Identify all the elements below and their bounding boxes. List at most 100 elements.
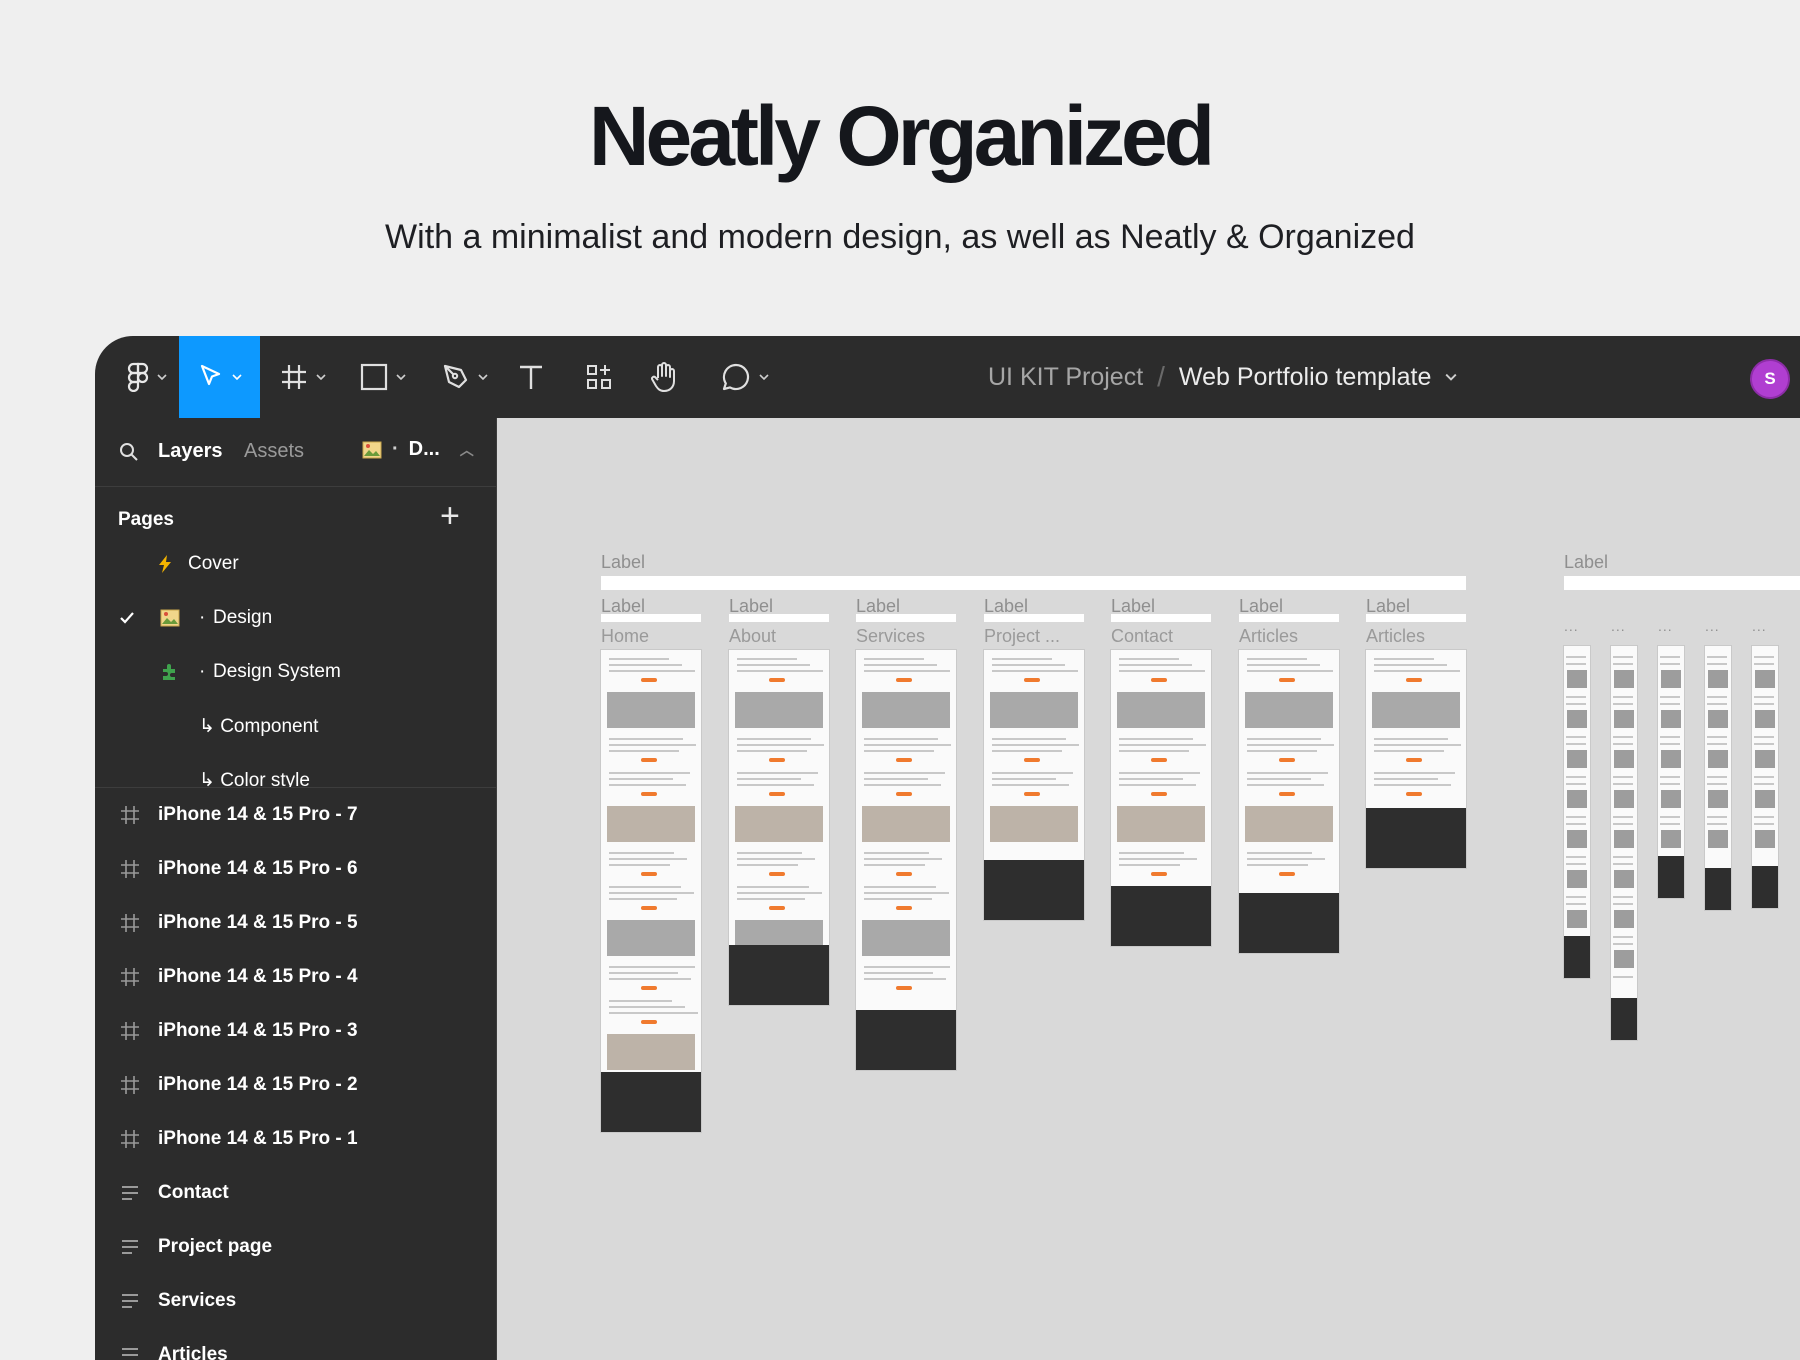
thumbnail-image <box>1660 830 1682 848</box>
mobile-frame-thumbnail[interactable] <box>1564 646 1590 978</box>
frame-name[interactable]: Project ... <box>984 626 1060 647</box>
shape-tool-button[interactable] <box>353 336 413 418</box>
thumbnail-text-line <box>1660 736 1680 738</box>
thumbnail-text-line <box>609 658 669 660</box>
layer-iphone-4[interactable]: iPhone 14 & 15 Pro - 4 <box>95 950 496 1004</box>
layer-iphone-1[interactable]: iPhone 14 & 15 Pro - 1 <box>95 1112 496 1166</box>
mobile-frame-thumbnail[interactable] <box>1752 646 1778 908</box>
comment-tool-button[interactable] <box>715 336 775 418</box>
search-icon[interactable] <box>119 442 139 462</box>
thumbnail-text-line <box>992 772 1073 774</box>
mobile-frame-label: ... <box>1705 618 1720 634</box>
layer-iphone-2[interactable]: iPhone 14 & 15 Pro - 2 <box>95 1058 496 1112</box>
layer-project-page[interactable]: Project page <box>95 1220 496 1274</box>
thumbnail-text-line <box>864 858 942 860</box>
thumbnail-button <box>896 792 912 796</box>
page-item-design[interactable]: · Design <box>95 591 496 645</box>
page-frame-thumbnail[interactable] <box>601 650 701 1132</box>
text-tool-button[interactable] <box>511 336 551 418</box>
thumbnail-image <box>1566 750 1588 768</box>
section-header-mobile[interactable] <box>1564 576 1800 590</box>
add-page-icon[interactable]: + <box>440 499 460 533</box>
file-name[interactable]: Web Portfolio template <box>1179 363 1431 392</box>
thumbnail-text-line <box>1660 816 1680 818</box>
frame-name[interactable]: About <box>729 626 776 647</box>
resources-tool-button[interactable] <box>579 336 619 418</box>
page-item-cover[interactable]: Cover <box>95 537 496 591</box>
thumbnail-text-line <box>609 864 670 866</box>
section-icon <box>122 1240 138 1254</box>
thumbnail-image <box>1754 790 1776 808</box>
page-item-component[interactable]: ↳ Component <box>95 699 496 753</box>
thumbnail-text-line <box>992 784 1069 786</box>
page-frame-thumbnail[interactable] <box>1111 650 1211 946</box>
thumbnail-text-line <box>1754 703 1774 705</box>
mobile-frame-thumbnail[interactable] <box>1705 646 1731 910</box>
move-tool-button[interactable] <box>179 336 260 418</box>
thumbnail-text-line <box>1613 816 1633 818</box>
layer-articles[interactable]: Articles <box>95 1328 496 1360</box>
layer-iphone-5[interactable]: iPhone 14 & 15 Pro - 5 <box>95 896 496 950</box>
mobile-frame-label: ... <box>1752 618 1767 634</box>
tab-assets[interactable]: Assets <box>244 440 304 463</box>
page-frame-thumbnail[interactable] <box>856 650 956 1070</box>
thumbnail-image <box>1613 830 1635 848</box>
layer-contact[interactable]: Contact <box>95 1166 496 1220</box>
section-label-desktop: Label <box>601 552 646 572</box>
thumbnail-image <box>990 692 1078 728</box>
thumbnail-footer <box>1611 998 1637 1040</box>
thumbnail-text-line <box>1566 903 1586 905</box>
thumbnail-text-line <box>1754 823 1774 825</box>
frame-icon <box>121 914 139 932</box>
page-picker[interactable]: · D... ︿ <box>362 438 474 461</box>
thumbnail-button <box>641 678 657 682</box>
page-frame-thumbnail[interactable] <box>1366 650 1466 868</box>
thumbnail-text-line <box>1613 936 1633 938</box>
page-item-design-system[interactable]: · Design System <box>95 645 496 699</box>
chevron-up-icon[interactable]: ︿ <box>460 440 474 460</box>
frame-tool-button[interactable] <box>273 336 333 418</box>
page-frame-thumbnail[interactable] <box>984 650 1084 920</box>
thumbnail-text-line <box>1660 703 1680 705</box>
hand-tool-button[interactable] <box>645 336 685 418</box>
page-item-color-style[interactable]: ↳ Color style <box>95 753 496 788</box>
thumbnail-text-line <box>609 858 687 860</box>
section-header-desktop[interactable] <box>601 576 1466 590</box>
frame-name[interactable]: Home <box>601 626 649 647</box>
section-icon <box>122 1294 138 1308</box>
mobile-frame-thumbnail[interactable] <box>1611 646 1637 1040</box>
thumbnail-text-line <box>1707 703 1727 705</box>
thumbnail-text-line <box>1613 823 1633 825</box>
layer-iphone-7[interactable]: iPhone 14 & 15 Pro - 7 <box>95 788 496 842</box>
thumbnail-text-line <box>992 750 1062 752</box>
mobile-frame-thumbnail[interactable] <box>1658 646 1684 898</box>
page-frame-thumbnail[interactable] <box>1239 650 1339 953</box>
frame-icon <box>121 1076 139 1094</box>
thumbnail-image <box>1566 710 1588 728</box>
design-canvas[interactable]: Label Label Label Home Label About Label Serv… <box>498 418 1800 1360</box>
frame-name[interactable]: Articles <box>1366 626 1425 647</box>
chevron-down-icon <box>478 374 488 380</box>
chevron-down-icon[interactable] <box>1445 373 1457 381</box>
thumbnail-text-line <box>1119 864 1180 866</box>
layer-services[interactable]: Services <box>95 1274 496 1328</box>
frame-name[interactable]: Services <box>856 626 925 647</box>
project-name[interactable]: UI KIT Project <box>988 363 1143 392</box>
tab-layers[interactable]: Layers <box>158 440 223 463</box>
layer-iphone-3[interactable]: iPhone 14 & 15 Pro - 3 <box>95 1004 496 1058</box>
user-avatar[interactable]: S <box>1750 359 1790 399</box>
hand-icon <box>651 362 675 392</box>
layer-iphone-6[interactable]: iPhone 14 & 15 Pro - 6 <box>95 842 496 896</box>
thumbnail-text-line <box>1754 736 1774 738</box>
thumbnail-text-line <box>737 664 810 666</box>
pen-tool-button[interactable] <box>435 336 495 418</box>
chevron-down-icon <box>231 374 242 380</box>
figma-menu-button[interactable] <box>107 336 187 418</box>
frame-name[interactable]: Articles <box>1239 626 1298 647</box>
frame-name[interactable]: Contact <box>1111 626 1173 647</box>
thumbnail-text-line <box>609 670 695 672</box>
chevron-down-icon <box>396 374 406 380</box>
thumbnail-text-line <box>1660 663 1680 665</box>
page-frame-thumbnail[interactable] <box>729 650 829 1005</box>
thumbnail-button <box>641 906 657 910</box>
